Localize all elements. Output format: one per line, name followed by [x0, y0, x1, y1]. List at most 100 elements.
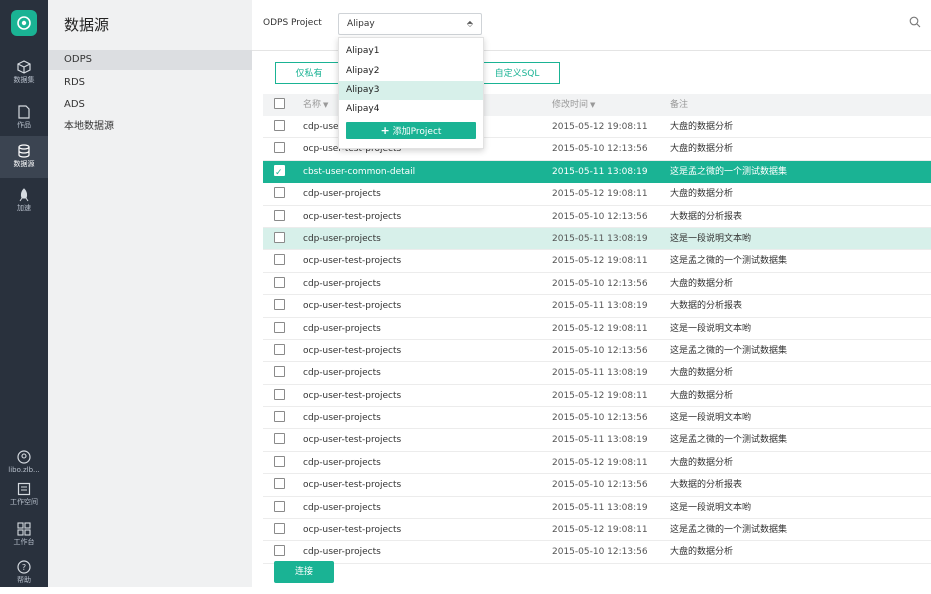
row-checkbox[interactable]: [274, 161, 285, 184]
table-row[interactable]: ocp-user-test-projects 2015-05-12 19:08:1…: [263, 519, 931, 542]
connect-button[interactable]: 连接: [274, 561, 334, 583]
row-checkbox[interactable]: [274, 497, 285, 519]
row-time: 2015-05-10 12:13:56: [552, 547, 648, 558]
table-row[interactable]: cdp-user-projects 2015-05-12 19:08:11 这是一段…: [263, 318, 931, 340]
row-checkbox[interactable]: [274, 385, 285, 407]
row-name: cdp-user-projects: [303, 502, 381, 513]
sidebar-item-rds[interactable]: RDS: [48, 73, 252, 93]
project-select-value: Alipay: [347, 19, 375, 29]
row-checkbox[interactable]: [274, 407, 285, 429]
sidebar-title: 数据源: [64, 16, 110, 34]
header-modified[interactable]: 修改时间 ▼: [552, 94, 595, 116]
sidebar-item-odps[interactable]: ODPS: [48, 50, 252, 70]
row-time: 2015-05-11 13:08:19: [552, 166, 648, 177]
row-checkbox[interactable]: [274, 340, 285, 362]
row-checkbox[interactable]: [274, 250, 285, 272]
row-checkbox[interactable]: [274, 116, 285, 138]
row-note: 大盘的数据分析: [670, 547, 734, 558]
dropdown-option[interactable]: Alipay4: [339, 100, 483, 119]
table-row[interactable]: cdp-user-projects 2015-05-12 19:08:11 大盘的数…: [263, 452, 931, 475]
workspace-icon: [17, 482, 31, 496]
row-time: 2015-05-11 13:08:19: [552, 233, 648, 244]
project-select[interactable]: Alipay ⬘: [338, 13, 482, 35]
tab-private[interactable]: 仅私有: [275, 62, 343, 84]
row-name: ocp-user-test-projects: [303, 211, 402, 222]
add-project-button[interactable]: + 添加Project: [346, 122, 476, 139]
rail-item-label: 数据源: [13, 160, 35, 168]
row-name: cdp-user-projects: [303, 323, 381, 334]
row-note: 这是一段说明文本哟: [670, 323, 752, 334]
row-checkbox[interactable]: [274, 318, 285, 340]
select-all-checkbox[interactable]: [274, 94, 285, 116]
row-time: 2015-05-11 13:08:19: [552, 435, 648, 446]
table-row[interactable]: ocp-user-test-projects 2015-05-10 12:13:5…: [263, 474, 931, 497]
row-checkbox[interactable]: [274, 429, 285, 451]
rail-item-label: 工作台: [13, 538, 35, 546]
table-row[interactable]: ocp-user-test-projects 2015-05-10 12:13:5…: [263, 206, 931, 228]
table-row[interactable]: cdp-user-projects 2015-05-11 13:08:19 这是一段…: [263, 227, 931, 251]
row-checkbox[interactable]: [274, 452, 285, 474]
row-checkbox[interactable]: [274, 206, 285, 228]
rail-item-help[interactable]: ? 帮助: [0, 552, 48, 594]
rail-item-workbench[interactable]: 工作台: [0, 514, 48, 556]
rail-item-datasources[interactable]: 数据源: [0, 136, 48, 178]
table-row[interactable]: ocp-user-test-projects 2015-05-12 19:08:1…: [263, 385, 931, 408]
sort-down-icon: ▼: [323, 101, 329, 109]
row-note: 大数据的分析报表: [670, 211, 743, 222]
row-name: ocp-user-test-projects: [303, 256, 402, 267]
row-checkbox[interactable]: [274, 183, 285, 205]
grid-icon: [17, 522, 31, 536]
row-time: 2015-05-11 13:08:19: [552, 502, 648, 513]
table-row[interactable]: cdp-user-projects 2015-05-10 12:13:56 大盘的数…: [263, 273, 931, 296]
table-row[interactable]: cdp-user-projects 2015-05-10 12:13:56 大盘的数…: [263, 541, 931, 564]
row-checkbox[interactable]: [274, 474, 285, 496]
nav-rail: 数据集 作品 数据源 加速 libo.zlb... 工作空间 工作台 ? 帮助: [0, 0, 48, 587]
sidebar-item-ads[interactable]: ADS: [48, 95, 252, 115]
table-row[interactable]: cdp-user-projects 2015-05-12 19:08:11 大盘的数…: [263, 183, 931, 206]
row-time: 2015-05-12 19:08:11: [552, 323, 648, 334]
row-note: 大盘的数据分析: [670, 189, 734, 200]
row-checkbox[interactable]: [274, 519, 285, 541]
rail-item-accelerate[interactable]: 加速: [0, 180, 48, 222]
row-checkbox[interactable]: [274, 362, 285, 384]
table-row[interactable]: ocp-user-test-projects 2015-05-10 12:13:5…: [263, 340, 931, 363]
logo-icon: [17, 16, 31, 30]
sidebar-item-local[interactable]: 本地数据源: [48, 117, 252, 137]
header-name[interactable]: 名称 ▼: [303, 94, 328, 116]
row-checkbox[interactable]: [274, 228, 285, 250]
row-time: 2015-05-12 19:08:11: [552, 457, 648, 468]
row-checkbox[interactable]: [274, 295, 285, 317]
dropdown-option[interactable]: Alipay1: [339, 42, 483, 61]
rail-item-label: 帮助: [17, 576, 31, 584]
row-note: 这是一段说明文本哟: [670, 502, 752, 513]
table-row[interactable]: cdp-user-projects 2015-05-11 13:08:19 这是一段…: [263, 497, 931, 520]
search-icon[interactable]: [909, 16, 921, 28]
row-note: 这是一段说明文本哟: [670, 233, 752, 244]
app-logo[interactable]: [11, 10, 37, 36]
help-icon: ?: [17, 560, 31, 574]
rail-item-workspace[interactable]: 工作空间: [0, 474, 48, 516]
dropdown-option[interactable]: Alipay2: [339, 62, 483, 81]
table-row[interactable]: cdp-user-projects 2015-05-11 13:08:19 大盘的数…: [263, 362, 931, 385]
table-row[interactable]: ocp-user-test-projects 2015-05-11 13:08:1…: [263, 429, 931, 452]
table-row[interactable]: cbst-user-common-detail 2015-05-11 13:08:…: [263, 160, 931, 184]
row-note: 大盘的数据分析: [670, 144, 734, 155]
rail-item-label: 作品: [17, 121, 31, 129]
table-row[interactable]: ocp-user-test-projects 2015-05-11 13:08:1…: [263, 295, 931, 318]
project-label: ODPS Project: [263, 18, 322, 28]
rail-item-label: 加速: [17, 204, 31, 212]
row-name: cdp-user-projects: [303, 278, 381, 289]
dropdown-option[interactable]: Alipay3: [339, 81, 483, 100]
row-name: cdp-user-projects: [303, 457, 381, 468]
table-row[interactable]: ocp-user-test-projects 2015-05-12 19:08:1…: [263, 250, 931, 273]
table-row[interactable]: cdp-user-projects 2015-05-10 12:13:56 这是一段…: [263, 407, 931, 430]
row-checkbox[interactable]: [274, 138, 285, 160]
rail-item-works[interactable]: 作品: [0, 97, 48, 139]
row-checkbox[interactable]: [274, 273, 285, 295]
row-time: 2015-05-10 12:13:56: [552, 413, 648, 424]
row-name: cdp-user-projects: [303, 233, 381, 244]
row-note: 大盘的数据分析: [670, 278, 734, 289]
rail-item-datasets[interactable]: 数据集: [0, 52, 48, 94]
dataset-table: 名称▼ 修改时间▼ 备注 cdp-user-projects 2015-05-12…: [263, 94, 931, 564]
tab-custom-sql[interactable]: 自定义SQL: [474, 62, 560, 84]
